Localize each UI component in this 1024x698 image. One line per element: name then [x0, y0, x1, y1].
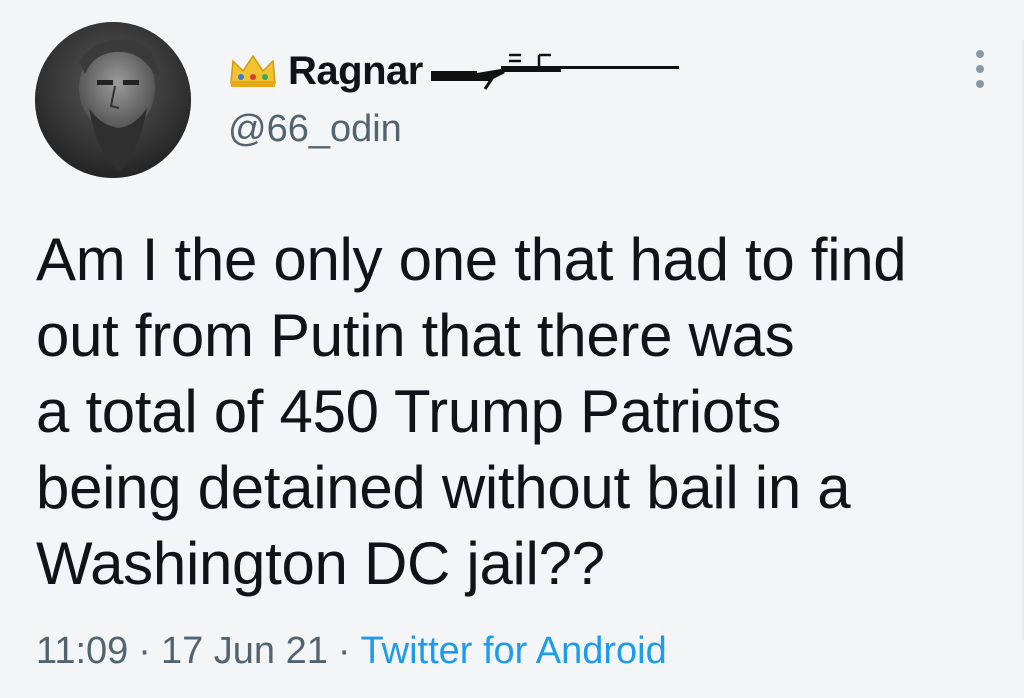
- more-options-button[interactable]: [962, 46, 998, 92]
- avatar[interactable]: [35, 22, 191, 178]
- tweet-date[interactable]: 17 Jun 21: [161, 630, 328, 672]
- tweet-metadata: 11:09 · 17 Jun 21 · Twitter for Android: [36, 630, 667, 673]
- edge-shadow: [1020, 40, 1024, 640]
- tweet-time[interactable]: 11:09: [36, 630, 128, 672]
- display-name[interactable]: Ragnar: [288, 49, 423, 94]
- separator: ·: [337, 630, 351, 672]
- crown-icon: [228, 53, 278, 89]
- tweet-source-link[interactable]: Twitter for Android: [361, 630, 667, 672]
- tweet-text: Am I the only one that had to find out f…: [36, 226, 907, 597]
- separator: ·: [138, 630, 151, 672]
- name-row: Ragnar: [228, 44, 928, 98]
- bearded-man-avatar-icon: [35, 22, 191, 178]
- rifle-icon: [429, 51, 679, 91]
- more-vertical-icon: [976, 50, 984, 88]
- tweet-card: Ragnar @66_odin Am I the only one that h…: [0, 0, 1024, 698]
- tweet-header: Ragnar @66_odin: [228, 44, 928, 164]
- user-handle[interactable]: @66_odin: [228, 108, 928, 151]
